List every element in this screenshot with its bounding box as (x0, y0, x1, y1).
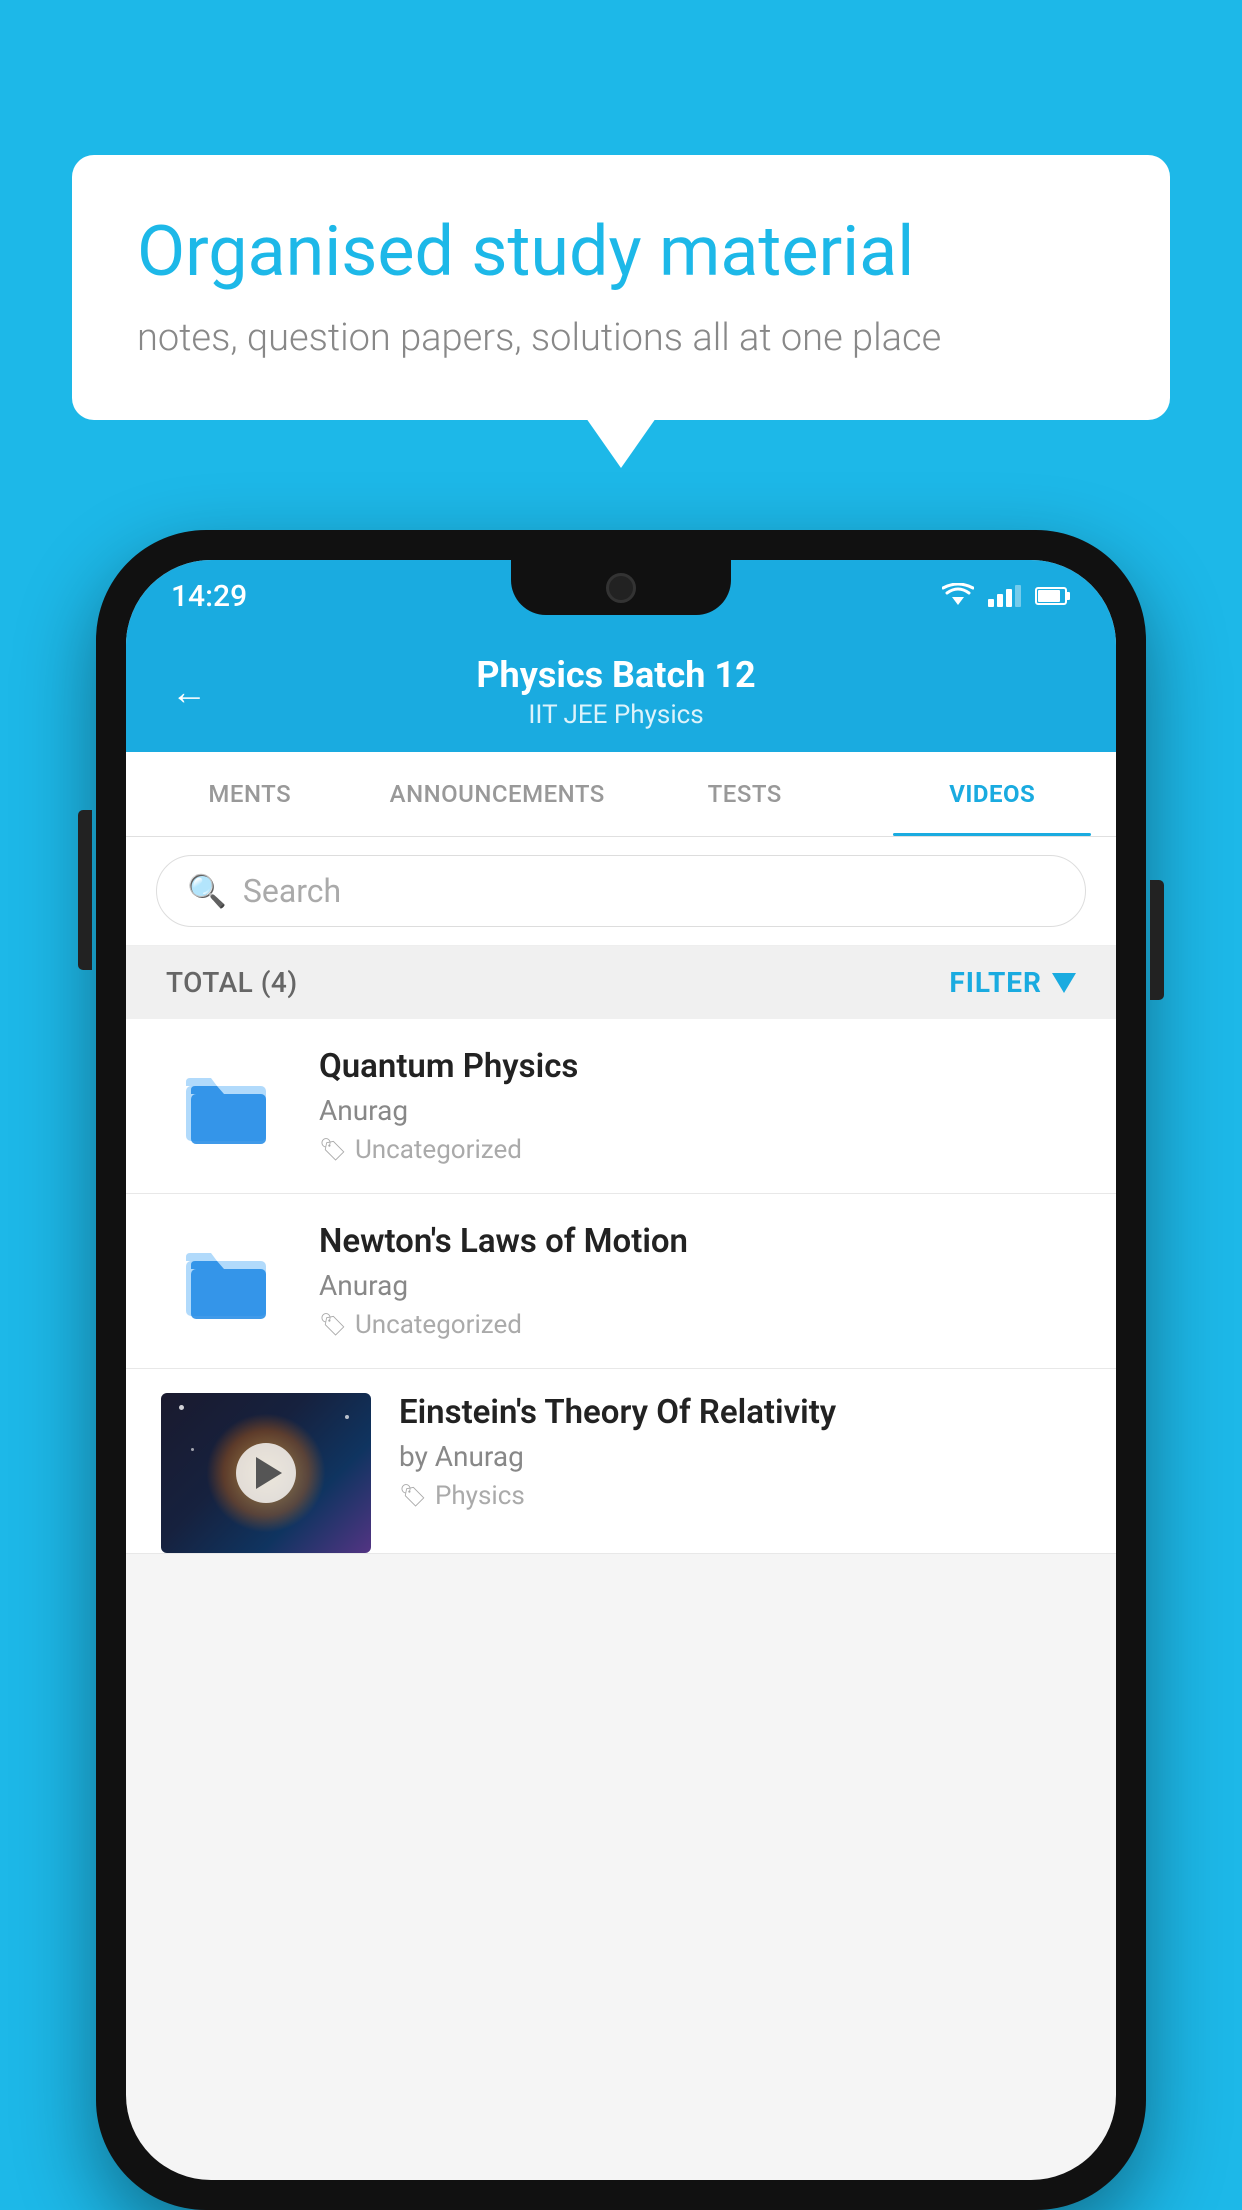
tab-tests[interactable]: TESTS (621, 752, 869, 836)
video-author: by Anurag (399, 1440, 1081, 1473)
star (191, 1448, 194, 1451)
search-container: 🔍 Search (126, 837, 1116, 946)
video-info: Einstein's Theory Of Relativity by Anura… (399, 1393, 1081, 1535)
folder-icon-container (161, 1056, 291, 1156)
star (179, 1405, 184, 1410)
speech-bubble-container: Organised study material notes, question… (72, 155, 1170, 420)
video-info: Quantum Physics Anurag 🏷 Uncategorized (319, 1047, 1081, 1165)
video-tag-row: 🏷 Uncategorized (319, 1310, 1081, 1340)
list-item[interactable]: Newton's Laws of Motion Anurag 🏷 Uncateg… (126, 1194, 1116, 1369)
folder-icon-container (161, 1231, 291, 1331)
speech-bubble-subtitle: notes, question papers, solutions all at… (137, 316, 1105, 360)
video-title: Einstein's Theory Of Relativity (399, 1393, 1081, 1432)
speech-bubble-title: Organised study material (137, 210, 1105, 294)
play-triangle-icon (256, 1457, 282, 1489)
video-tag-row: 🏷 Physics (399, 1481, 1081, 1511)
phone-screen: 14:29 (126, 560, 1116, 2180)
list-item[interactable]: Quantum Physics Anurag 🏷 Uncategorized (126, 1019, 1116, 1194)
signal-icon (988, 585, 1021, 607)
folder-icon (181, 1064, 271, 1149)
video-list: Quantum Physics Anurag 🏷 Uncategorized (126, 1019, 1116, 1554)
filter-icon (1052, 973, 1076, 993)
header-title: Physics Batch 12 (237, 654, 995, 696)
video-author: Anurag (319, 1094, 1081, 1127)
battery-icon (1035, 585, 1071, 607)
tag-icon: 🏷 (319, 1313, 347, 1338)
video-info: Newton's Laws of Motion Anurag 🏷 Uncateg… (319, 1222, 1081, 1340)
video-title: Newton's Laws of Motion (319, 1222, 1081, 1261)
back-button[interactable]: ← (171, 671, 207, 713)
app-header: ← Physics Batch 12 IIT JEE Physics (126, 632, 1116, 752)
front-camera (606, 573, 636, 603)
video-tag-row: 🏷 Uncategorized (319, 1135, 1081, 1165)
total-count-label: TOTAL (4) (166, 966, 298, 999)
video-tag: Physics (435, 1481, 525, 1511)
star (345, 1415, 349, 1419)
tabs-container: MENTS ANNOUNCEMENTS TESTS VIDEOS (126, 752, 1116, 837)
folder-icon (181, 1239, 271, 1324)
play-button[interactable] (236, 1443, 296, 1503)
tag-icon: 🏷 (319, 1138, 347, 1163)
phone-container: 14:29 (96, 530, 1146, 2210)
speech-bubble: Organised study material notes, question… (72, 155, 1170, 420)
search-icon: 🔍 (187, 872, 227, 910)
filter-button[interactable]: FILTER (949, 966, 1076, 999)
tag-icon: 🏷 (399, 1484, 427, 1509)
status-icons (942, 583, 1071, 609)
tab-videos[interactable]: VIDEOS (869, 752, 1117, 836)
header-center: Physics Batch 12 IIT JEE Physics (237, 654, 995, 730)
list-item[interactable]: Einstein's Theory Of Relativity by Anura… (126, 1369, 1116, 1554)
einstein-thumbnail (161, 1393, 371, 1553)
video-author: Anurag (319, 1269, 1081, 1302)
search-box[interactable]: 🔍 Search (156, 855, 1086, 927)
status-time: 14:29 (171, 579, 247, 614)
phone-notch (511, 560, 731, 615)
wifi-icon (942, 583, 974, 609)
search-input[interactable]: Search (243, 872, 341, 910)
filter-bar: TOTAL (4) FILTER (126, 946, 1116, 1019)
header-subtitle: IIT JEE Physics (237, 700, 995, 730)
video-title: Quantum Physics (319, 1047, 1081, 1086)
phone-power-button (1150, 880, 1164, 1000)
phone-outer: 14:29 (96, 530, 1146, 2210)
video-tag: Uncategorized (355, 1135, 522, 1165)
tab-announcements[interactable]: ANNOUNCEMENTS (374, 752, 622, 836)
video-tag: Uncategorized (355, 1310, 522, 1340)
tab-ments[interactable]: MENTS (126, 752, 374, 836)
